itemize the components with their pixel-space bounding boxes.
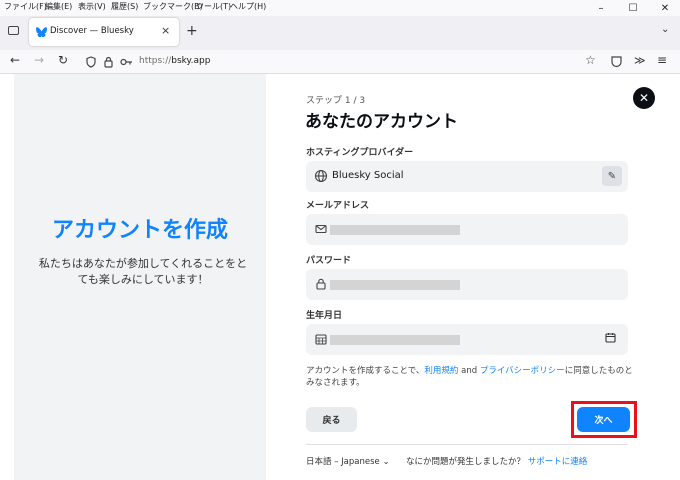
hosting-provider-value: Bluesky Social <box>332 170 404 181</box>
hosting-provider-label: ホスティングプロバイダー <box>306 148 414 158</box>
terms-of-service-link[interactable]: 利用規約 <box>424 366 458 376</box>
calendar-grid-icon <box>315 334 327 345</box>
maximize-button[interactable]: ☐ <box>618 0 648 16</box>
terms-and: and <box>458 366 480 376</box>
tab-strip: Discover — Bluesky × + ⌄ <box>0 16 680 50</box>
password-value-redacted <box>330 280 460 290</box>
menu-help[interactable]: ヘルプ(H) <box>230 1 266 12</box>
birthday-field[interactable] <box>306 324 628 355</box>
menu-bookmarks[interactable]: ブックマーク(B) <box>143 1 203 12</box>
password-field[interactable] <box>306 269 628 300</box>
globe-icon <box>314 169 328 183</box>
forward-arrow-icon[interactable]: → <box>34 53 44 67</box>
tab-discover-bluesky[interactable]: Discover — Bluesky × <box>29 18 179 46</box>
close-window-button[interactable]: ✕ <box>650 0 680 16</box>
left-panel: アカウントを作成 私たちはあなたが参加してくれることをとても楽しみにしています！ <box>14 74 266 480</box>
lock-icon <box>316 278 326 290</box>
pocket-icon[interactable] <box>611 56 622 68</box>
close-dialog-button[interactable]: ✕ <box>633 87 655 109</box>
url-scheme: https:// <box>139 56 172 66</box>
new-tab-button[interactable]: + <box>186 23 198 39</box>
reload-icon[interactable]: ↻ <box>58 53 68 67</box>
help-text: なにか問題が発生しましたか？ サポートに連絡 <box>406 455 587 467</box>
calendar-icon[interactable] <box>605 332 616 343</box>
overflow-chevron-icon[interactable]: ≫ <box>634 54 646 67</box>
shield-icon[interactable] <box>86 56 96 68</box>
next-button[interactable]: 次へ <box>577 407 630 432</box>
email-label: メールアドレス <box>306 201 370 211</box>
privacy-policy-link[interactable]: プライバシーポリシー <box>480 366 565 376</box>
create-account-subtitle: 私たちはあなたが参加してくれることをとても楽しみにしています！ <box>38 257 248 286</box>
minimize-button[interactable]: – <box>586 0 616 16</box>
email-field[interactable] <box>306 214 628 245</box>
edit-hosting-button[interactable]: ✎ <box>602 166 622 186</box>
tab-close-icon[interactable]: × <box>161 24 170 37</box>
form-title: あなたのアカウント <box>305 112 458 132</box>
menu-tools[interactable]: ツール(T) <box>196 1 231 12</box>
key-icon[interactable] <box>120 57 133 67</box>
tab-title: Discover — Bluesky <box>50 26 134 36</box>
menu-file[interactable]: ファイル(F) <box>4 1 47 12</box>
terms-notice: アカウントを作成することで、利用規約 and プライバシーポリシーに同意したもの… <box>306 365 636 389</box>
menu-history[interactable]: 履歴(S) <box>111 1 138 12</box>
birthday-label: 生年月日 <box>306 311 343 321</box>
url-text: https://bsky.app <box>139 56 210 66</box>
tab-overview-icon[interactable] <box>8 26 19 35</box>
list-all-tabs-icon[interactable]: ⌄ <box>661 24 669 35</box>
url-host: bsky.app <box>171 56 211 66</box>
back-button[interactable]: 戻る <box>306 407 357 432</box>
language-label: 日本語 – Japanese <box>306 457 380 467</box>
email-value-redacted <box>330 225 460 235</box>
navigation-bar: ← → ↻ https://bsky.app ☆ ≫ ≡ <box>0 50 680 74</box>
terms-prefix: アカウントを作成することで、 <box>306 366 425 376</box>
butterfly-icon <box>36 27 47 37</box>
step-indicator: ステップ 1 / 3 <box>306 96 366 106</box>
create-account-heading: アカウントを作成 <box>51 218 228 243</box>
hosting-provider-field: Bluesky Social ✎ <box>306 161 628 192</box>
password-label: パスワード <box>306 256 352 266</box>
menu-edit[interactable]: 編集(E) <box>45 1 72 12</box>
lock-icon[interactable] <box>104 56 113 68</box>
pencil-icon: ✎ <box>607 170 617 182</box>
back-arrow-icon[interactable]: ← <box>10 53 20 67</box>
address-bar[interactable]: https://bsky.app ☆ <box>77 52 602 72</box>
menu-view[interactable]: 表示(V) <box>78 1 106 12</box>
bookmark-star-icon[interactable]: ☆ <box>585 53 596 67</box>
close-icon: ✕ <box>638 91 650 105</box>
footer-divider <box>306 444 628 445</box>
language-selector[interactable]: 日本語 – Japanese ⌄ <box>306 455 390 467</box>
support-link[interactable]: サポートに連絡 <box>528 457 588 467</box>
chevron-down-icon: ⌄ <box>382 457 390 467</box>
help-question: なにか問題が発生しましたか？ <box>406 457 526 467</box>
envelope-icon <box>315 224 327 234</box>
menu-bar: ファイル(F) 編集(E) 表示(V) 履歴(S) ブックマーク(B) ツール(… <box>0 0 680 16</box>
birthday-value-redacted <box>330 335 460 345</box>
hamburger-menu-icon[interactable]: ≡ <box>657 53 667 67</box>
